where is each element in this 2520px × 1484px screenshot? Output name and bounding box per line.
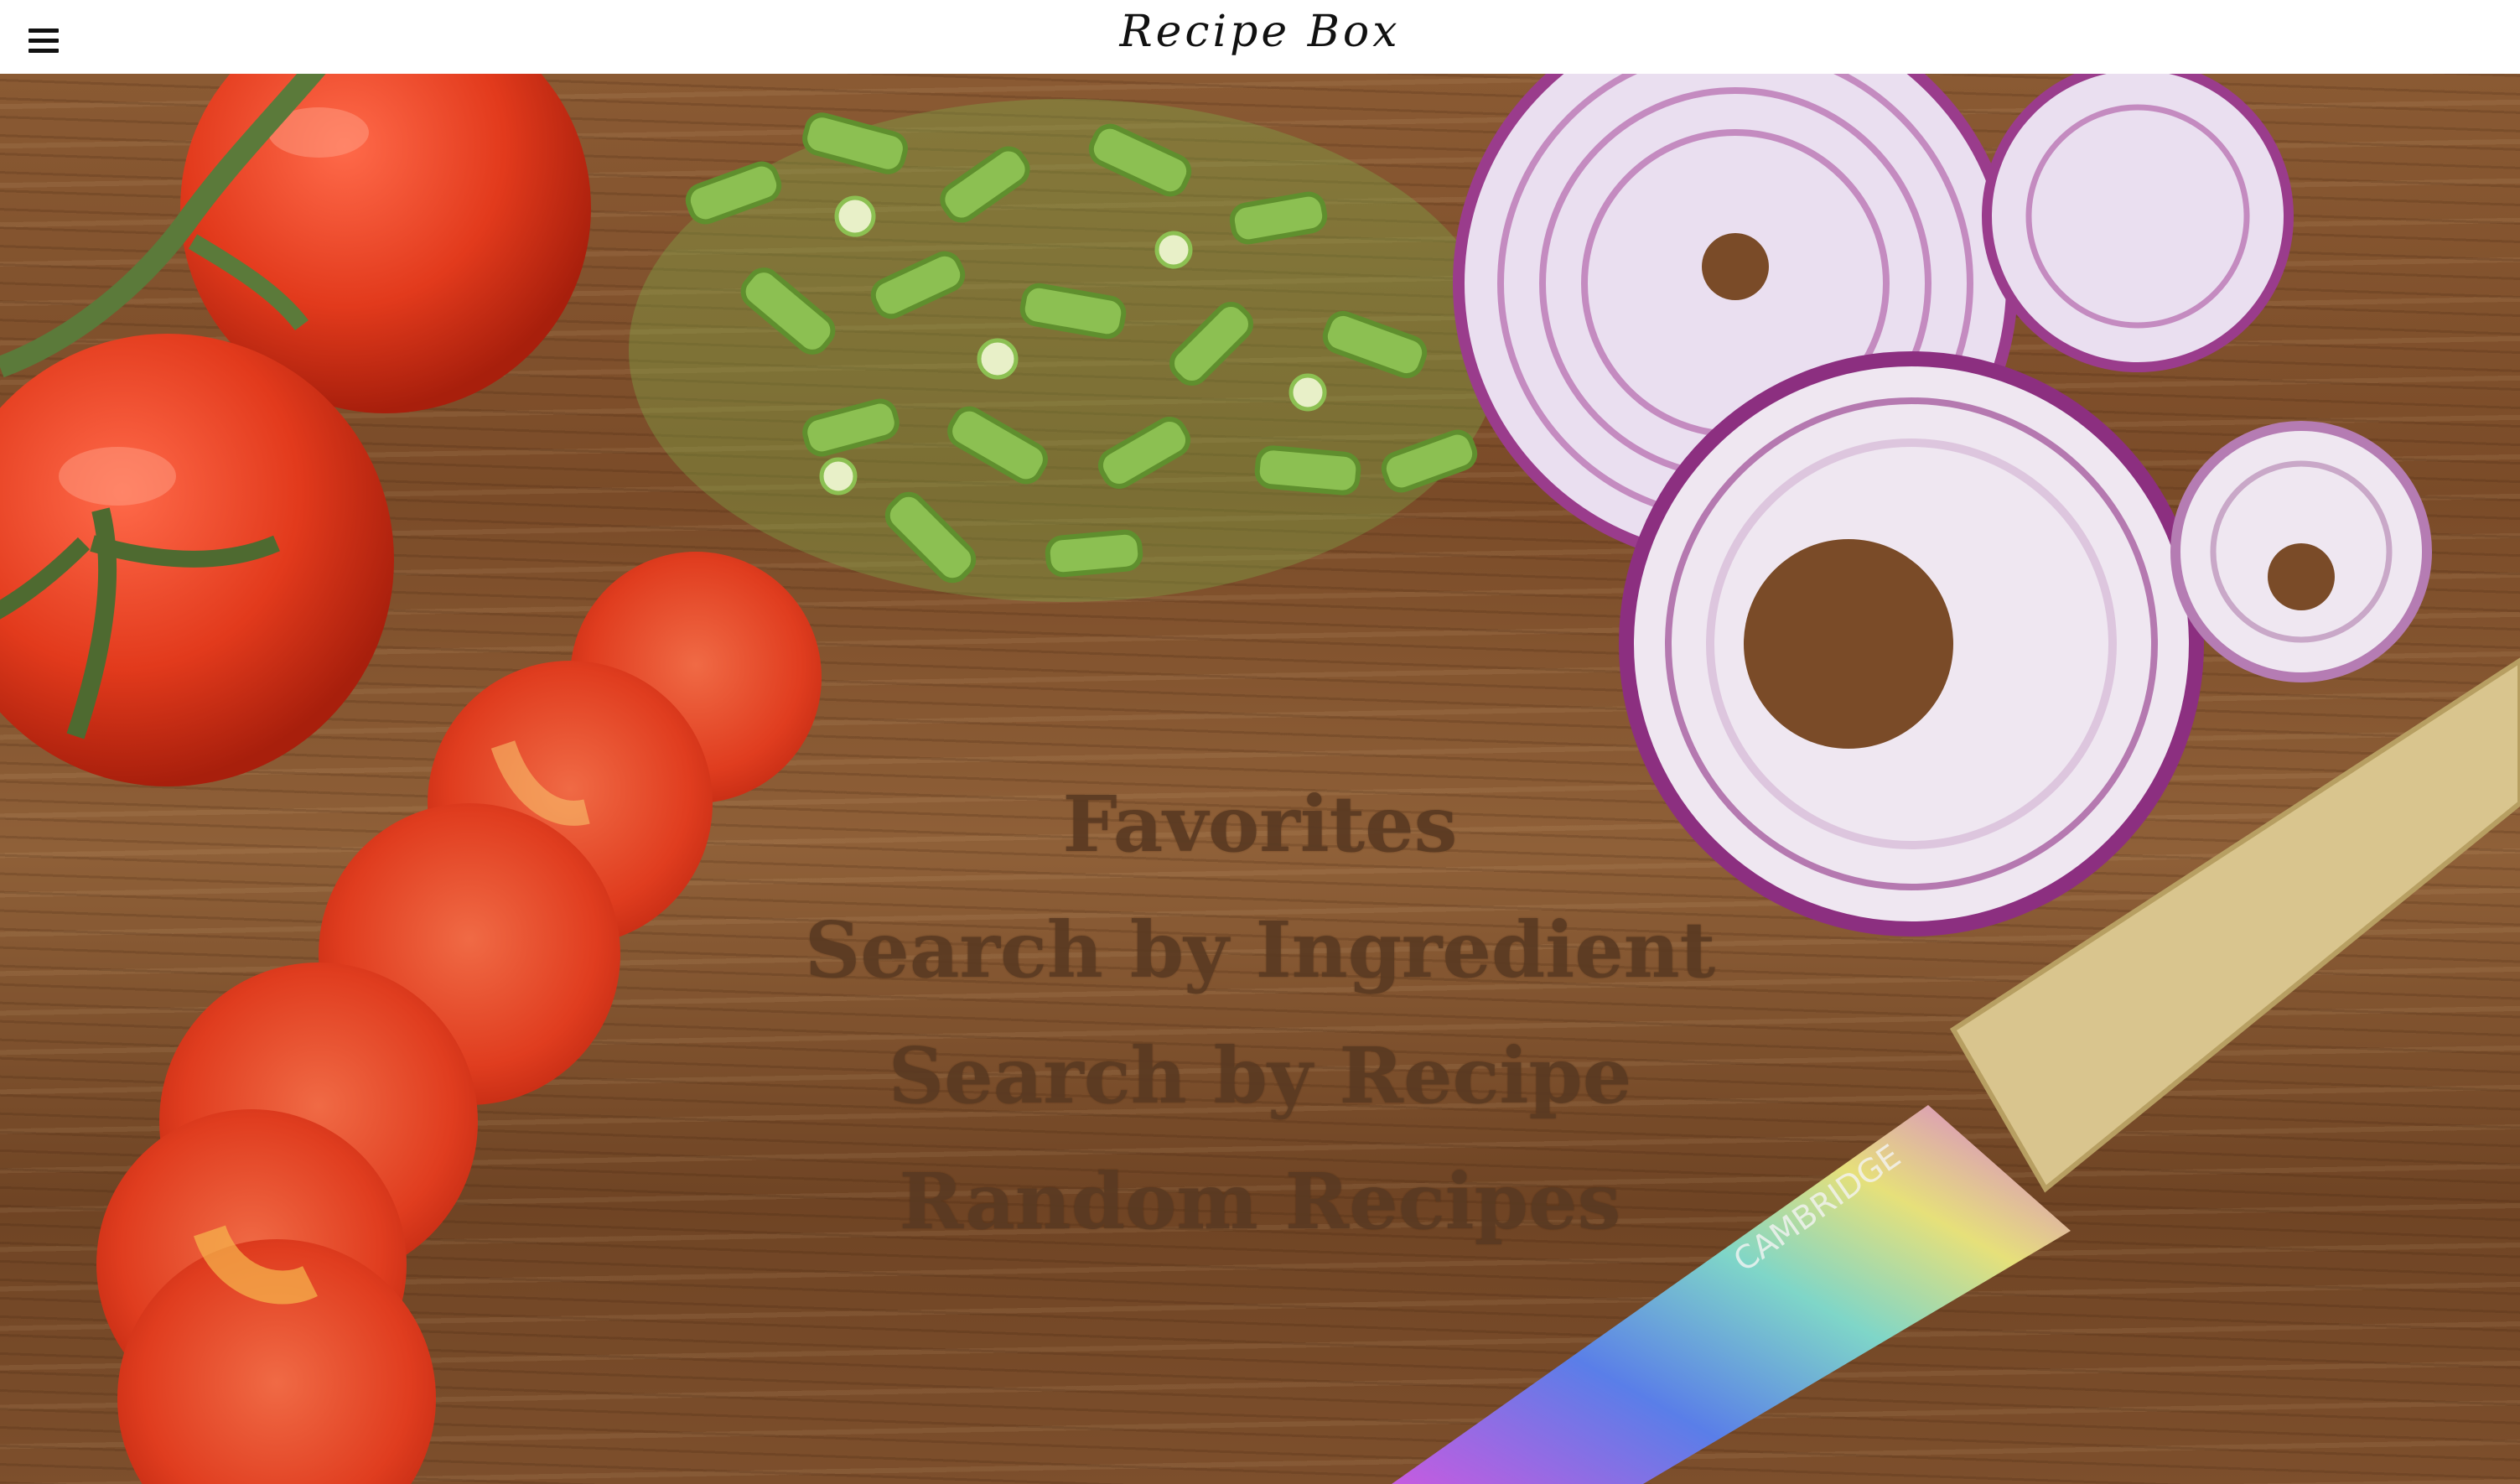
menu-item-random-recipes[interactable]: Random Recipes (0, 1139, 2520, 1264)
green-onions (629, 99, 1501, 602)
top-bar: Recipe Box (0, 0, 2520, 74)
menu-item-search-by-ingredient[interactable]: Search by Ingredient (0, 887, 2520, 1013)
hero-background: CAMBRIDGE Favorites Search by Ingredient… (0, 74, 2520, 1484)
menu-item-favorites[interactable]: Favorites (0, 761, 2520, 887)
main-menu: Favorites Search by Ingredient Search by… (0, 761, 2520, 1264)
menu-item-search-by-recipe[interactable]: Search by Recipe (0, 1013, 2520, 1139)
app-title[interactable]: Recipe Box (0, 7, 2520, 57)
